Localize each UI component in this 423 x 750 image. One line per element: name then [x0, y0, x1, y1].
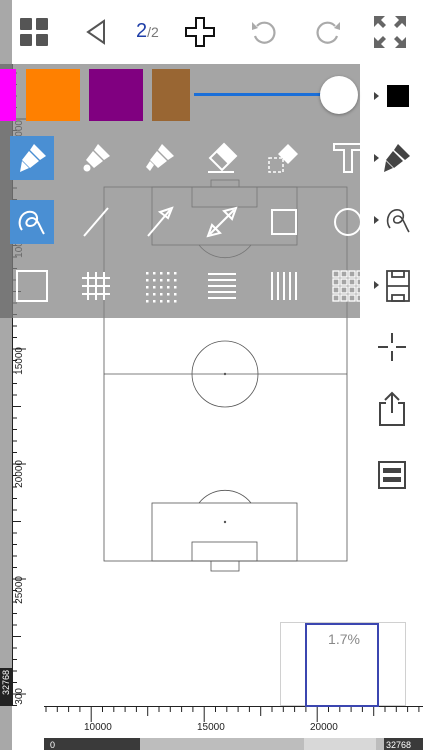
hash-grid-icon[interactable]	[74, 264, 118, 308]
color-swatch-brown[interactable]	[152, 69, 190, 121]
color-swatch-orange[interactable]	[26, 69, 80, 121]
freehand-selected-icon[interactable]	[364, 195, 420, 245]
dot-grid-icon[interactable]	[138, 264, 182, 308]
left-ruler-label: 20000	[14, 460, 25, 488]
bottom-penalty-area	[152, 503, 297, 561]
arrow-tool-icon[interactable]	[138, 200, 182, 244]
vertical-lines-icon[interactable]	[262, 264, 306, 308]
page-indicator: 2/2	[136, 20, 159, 43]
marker-chisel-icon[interactable]	[138, 136, 182, 180]
double-arrow-tool-icon[interactable]	[200, 200, 244, 244]
plain-background-icon[interactable]	[10, 264, 54, 308]
page-current: 2	[136, 20, 147, 42]
color-swatch-magenta[interactable]	[0, 69, 16, 121]
app-window: 0 5000 10000 15000 20000 25000 300 32768…	[0, 0, 423, 750]
eraser-icon[interactable]	[200, 136, 244, 180]
current-color-square	[387, 85, 409, 107]
page-total: /2	[147, 24, 159, 40]
redo-icon[interactable]	[310, 14, 346, 50]
marker-tool-icon[interactable]	[10, 136, 54, 180]
bottom-goal	[211, 561, 239, 571]
bottom-ruler-label: 10000	[84, 722, 112, 733]
minimap[interactable]: 1.7%	[280, 622, 406, 706]
top-toolbar: 2/2	[12, 0, 423, 64]
tool-palette	[0, 64, 360, 318]
line-tool-icon[interactable]	[74, 200, 118, 244]
bottom-ruler-start-label: 0	[50, 740, 55, 750]
bottom-ruler[interactable]: 10000 15000 20000 0 32768	[44, 706, 423, 750]
zoom-level: 1.7%	[281, 631, 407, 647]
share-icon[interactable]	[364, 384, 420, 434]
size-slider-track[interactable]	[194, 93, 324, 96]
freehand-loop-icon[interactable]	[10, 200, 54, 244]
color-swatch-purple[interactable]	[89, 69, 143, 121]
bottom-goal-area	[192, 542, 257, 561]
field-template-icon[interactable]	[364, 260, 420, 310]
left-ruler-max-badge: 32768	[0, 668, 12, 706]
marker-round-tip-icon[interactable]	[74, 136, 118, 180]
undo-icon[interactable]	[246, 14, 282, 50]
bottom-ruler-label: 20000	[310, 722, 338, 733]
bottom-ruler-visible-band	[304, 738, 376, 750]
bottom-ruler-band-left	[44, 738, 140, 750]
crosshair-icon[interactable]	[364, 322, 420, 372]
bottom-penalty-arc	[199, 490, 251, 503]
page-layout-icon[interactable]	[364, 450, 420, 500]
center-circle	[192, 341, 258, 407]
left-ruler-label: 300	[14, 688, 25, 705]
selection-eraser-icon[interactable]	[262, 136, 306, 180]
current-color-icon[interactable]	[364, 71, 420, 121]
back-triangle-icon[interactable]	[78, 14, 114, 50]
center-spot	[224, 373, 226, 375]
bottom-ruler-end-label: 32768	[386, 740, 411, 750]
add-page-plus-icon[interactable]	[182, 14, 218, 50]
left-ruler-label: 25000	[14, 576, 25, 604]
horizontal-lines-icon[interactable]	[200, 264, 244, 308]
pen-selected-icon[interactable]	[364, 133, 420, 183]
left-ruler-label: 15000	[14, 347, 25, 375]
fullscreen-icon[interactable]	[370, 12, 410, 52]
grid-menu-icon[interactable]	[16, 14, 52, 50]
size-slider-knob[interactable]	[320, 76, 358, 114]
rectangle-tool-icon[interactable]	[262, 200, 306, 244]
bottom-penalty-spot	[224, 521, 226, 523]
bottom-ruler-label: 15000	[197, 722, 225, 733]
